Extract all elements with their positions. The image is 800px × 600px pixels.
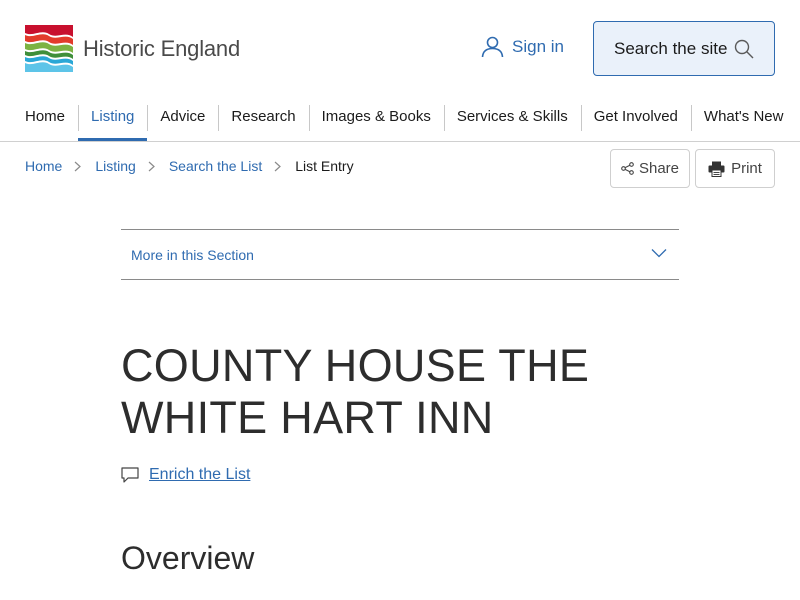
- chevron-right-icon: [274, 161, 282, 172]
- enrich-the-list: Enrich the List: [121, 466, 250, 484]
- breadcrumb-current: List Entry: [295, 158, 354, 174]
- sign-in-label: Sign in: [512, 37, 564, 56]
- nav-item-advice: Advice: [147, 96, 218, 141]
- breadcrumb: Home Listing Search the List List Entry: [25, 158, 354, 174]
- nav-link-research[interactable]: Research: [218, 96, 308, 141]
- share-button[interactable]: Share: [610, 149, 690, 188]
- comment-icon: [121, 467, 139, 483]
- site-logo[interactable]: Historic England: [25, 25, 240, 72]
- page-title: COUNTY HOUSE THE WHITE HART INN: [121, 340, 590, 443]
- nav-item-research: Research: [218, 96, 308, 141]
- overview-heading: Overview: [121, 540, 255, 576]
- nav-link-home[interactable]: Home: [25, 96, 78, 141]
- main-nav-list: Home Listing Advice Research Images & Bo…: [25, 96, 783, 141]
- breadcrumb-search-the-list[interactable]: Search the List: [169, 158, 262, 174]
- search-site-label: Search the site: [614, 38, 728, 58]
- breadcrumb-home[interactable]: Home: [25, 158, 62, 174]
- more-in-section-toggle[interactable]: More in this Section: [121, 229, 679, 280]
- nav-link-whats-new[interactable]: What's New: [691, 96, 784, 141]
- logo-text: Historic England: [83, 35, 240, 61]
- breadcrumb-listing[interactable]: Listing: [95, 158, 135, 174]
- search-icon: [734, 39, 754, 59]
- historic-england-logo-icon: [25, 25, 73, 72]
- nav-link-images-books[interactable]: Images & Books: [309, 96, 444, 141]
- more-in-section-label: More in this Section: [131, 246, 254, 263]
- chevron-right-icon: [148, 161, 155, 172]
- chevron-right-icon: [74, 161, 82, 172]
- nav-item-images-books: Images & Books: [308, 96, 444, 141]
- share-icon: [621, 162, 634, 175]
- main-navigation: Home Listing Advice Research Images & Bo…: [0, 96, 800, 142]
- nav-item-listing: Listing: [78, 96, 148, 141]
- print-label: Print: [731, 160, 762, 177]
- sign-in-link[interactable]: Sign in: [481, 36, 564, 58]
- search-site-button[interactable]: Search the site: [593, 21, 775, 76]
- nav-link-advice[interactable]: Advice: [147, 96, 218, 141]
- nav-link-listing[interactable]: Listing: [78, 96, 148, 141]
- nav-item-home: Home: [25, 96, 78, 141]
- nav-item-services-skills: Services & Skills: [443, 96, 581, 141]
- print-button[interactable]: Print: [695, 149, 775, 188]
- enrich-the-list-link[interactable]: Enrich the List: [149, 466, 250, 484]
- user-icon: [481, 36, 504, 58]
- nav-item-get-involved: Get Involved: [580, 96, 691, 141]
- nav-link-services-skills[interactable]: Services & Skills: [444, 96, 581, 141]
- print-icon: [708, 161, 725, 177]
- site-header: Historic England Sign in Search the site: [0, 0, 800, 96]
- share-label: Share: [638, 160, 680, 177]
- nav-link-get-involved[interactable]: Get Involved: [581, 96, 691, 141]
- chevron-down-icon: [651, 249, 667, 258]
- nav-item-whats-new: What's New: [690, 96, 784, 141]
